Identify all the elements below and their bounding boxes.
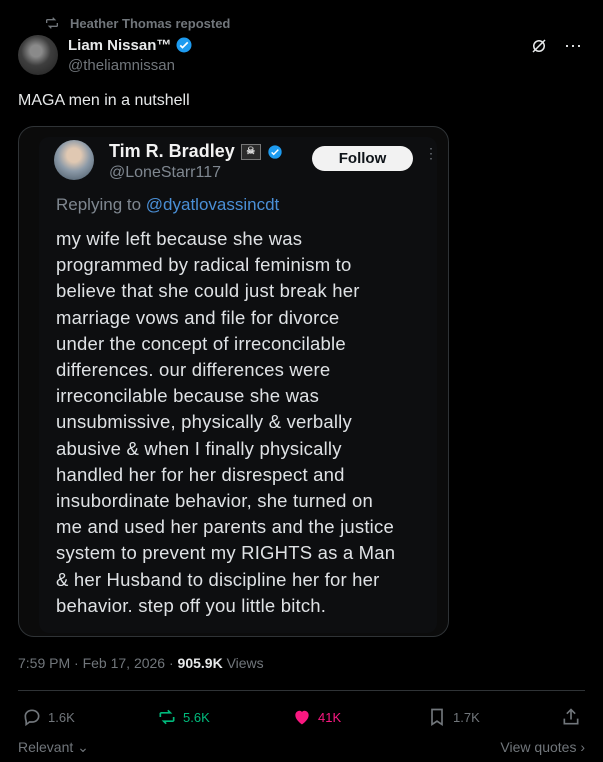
heart-icon (295, 710, 309, 725)
replying-handle: @dyatlovassincdt (145, 195, 280, 214)
author-name-row[interactable]: Liam Nissan™ (68, 36, 193, 54)
more-options-icon[interactable]: ⋯ (563, 36, 583, 56)
bookmark-icon (431, 708, 443, 727)
repost-indicator[interactable]: Heather Thomas reposted (44, 14, 230, 32)
share-button[interactable] (561, 707, 581, 727)
embedded-handle: @LoneStarr117 (109, 164, 222, 181)
author-handle[interactable]: @theliamnissan (68, 57, 175, 74)
author-avatar[interactable] (18, 35, 58, 75)
embedded-text-line: irreconcilable because she was (56, 385, 320, 407)
repost-text: Heather Thomas reposted (70, 15, 231, 31)
embedded-follow-button: Follow (312, 146, 413, 171)
verified-badge-icon (176, 37, 192, 53)
post-timestamp[interactable]: 7:59 PM · Feb 17, 2026 · (18, 655, 178, 671)
action-bar: 1.6K 5.6K 41K 1.7K (18, 704, 585, 730)
reply-count: 1.6K (48, 709, 75, 725)
view-quotes-label: View quotes (500, 739, 577, 755)
author-name[interactable]: Liam Nissan™ (68, 37, 171, 54)
like-button[interactable]: 41K (292, 707, 341, 727)
embedded-text-line: my wife left because she was (56, 228, 303, 249)
reply-icon (24, 709, 40, 727)
chevron-right-icon: › (580, 739, 585, 755)
embedded-text-line: marriage vows and file for divorce (56, 306, 340, 328)
pirate-flag-icon: ☠ (240, 143, 261, 160)
embedded-replying-to: Replying to @dyatlovassincdt (56, 195, 279, 215)
views-count: 905.9K (177, 655, 223, 671)
divider (18, 690, 585, 691)
embedded-avatar (54, 140, 94, 180)
embedded-text-line: under the concept of irreconcilable (56, 332, 346, 354)
post-top-icons: ⋯ (529, 36, 583, 56)
replying-prefix: Replying to (56, 195, 142, 214)
embedded-text-line: behavior. step off you little bitch. (56, 594, 327, 616)
chevron-down-icon: ⌄ (77, 739, 89, 755)
embedded-text-line: system to prevent my RIGHTS as a Man (56, 542, 396, 564)
embedded-text-line: programmed by radical feminism to (56, 254, 352, 276)
media-image[interactable]: Tim R. Bradley ☠ @LoneStarr117 Follow ⋮ … (18, 126, 449, 637)
embedded-verified-icon (268, 144, 282, 159)
repost-icon (46, 17, 58, 29)
relevant-label: Relevant (18, 739, 74, 755)
embedded-text-line: differences. our differences were (56, 359, 331, 381)
bookmark-count: 1.7K (453, 709, 480, 725)
views-label: Views (222, 655, 264, 671)
tweet-text: MAGA men in a nutshell (18, 92, 190, 109)
embedded-text-line: believe that she could just break her (56, 280, 360, 302)
embedded-more-icon: ⋮ (424, 145, 438, 161)
embedded-text-line: abusive & when I finally physically (56, 437, 342, 459)
repost-button[interactable]: 5.6K (157, 707, 210, 727)
embedded-name-row: Tim R. Bradley ☠ (109, 141, 283, 162)
like-count: 41K (318, 709, 342, 725)
embedded-text-line: unsubmissive, physically & verbally (56, 411, 352, 433)
embedded-text-line: handled her for her disrespect and (56, 463, 345, 485)
repost-count: 5.6K (183, 709, 210, 725)
embedded-text-line: & her Husband to discipline her for her (56, 568, 380, 590)
post-metadata: 7:59 PM · Feb 17, 2026 · 905.9K Views (18, 655, 264, 671)
grok-icon[interactable] (529, 36, 549, 56)
relevant-sort-dropdown[interactable]: Relevant ⌄ (18, 739, 89, 756)
repost-icon (159, 709, 175, 725)
share-icon (563, 708, 579, 725)
embedded-text-line: insubordinate behavior, she turned on (56, 490, 373, 512)
view-quotes-link[interactable]: View quotes › (500, 739, 585, 755)
embedded-text: my wife left because she was programmed … (56, 226, 441, 619)
bookmark-button[interactable]: 1.7K (427, 707, 480, 727)
embedded-text-line: me and used her parents and the justice (56, 516, 394, 538)
reply-button[interactable]: 1.6K (22, 707, 75, 727)
embedded-name: Tim R. Bradley (109, 141, 235, 161)
